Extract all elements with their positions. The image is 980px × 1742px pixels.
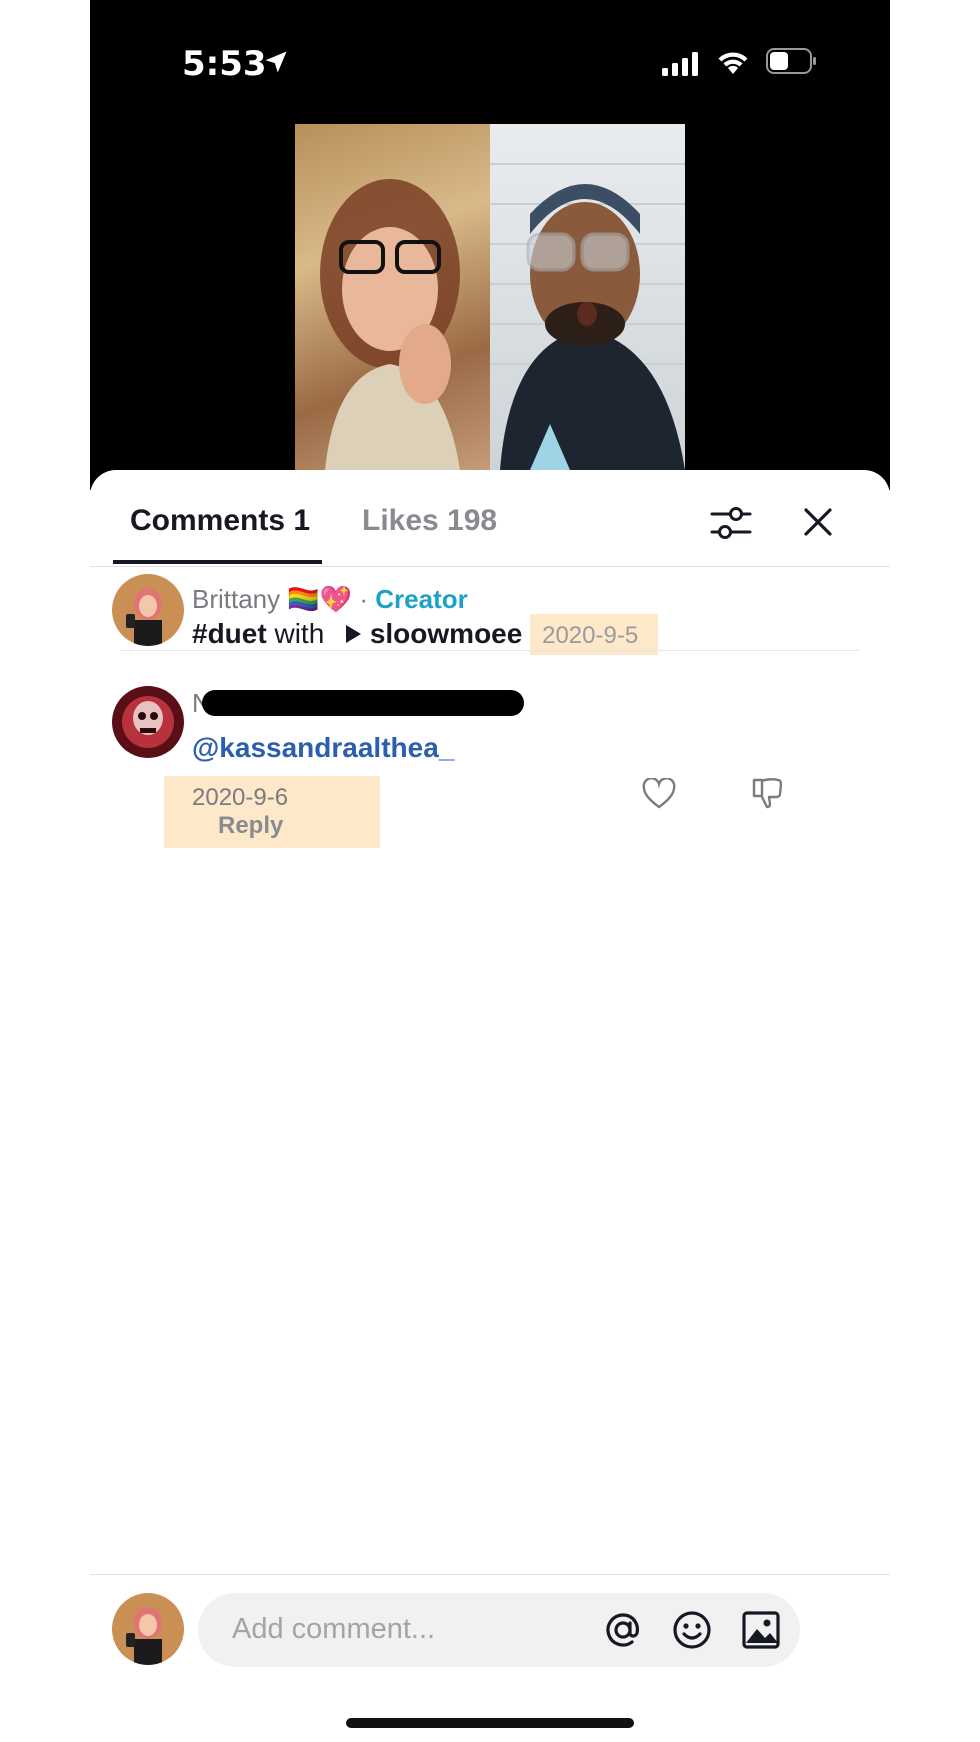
comment-date-text: 2020-9-5: [542, 622, 639, 649]
home-indicator[interactable]: [346, 1718, 634, 1728]
comment-meta-highlight: 2020-9-6 Reply: [164, 776, 380, 848]
tab-bar: Comments 1 Likes 198: [90, 470, 890, 567]
comment-date: 2020-9-6: [192, 784, 289, 811]
comment-author[interactable]: Brittany 🏳️‍🌈💖 · Creator: [192, 584, 468, 615]
duet-source-user: sloowmoee: [369, 618, 523, 649]
comment-with-text: with: [274, 618, 325, 649]
signal-icon: [662, 52, 698, 76]
comment-input-placeholder: Add comment...: [232, 1613, 436, 1645]
comment-meta: 2020-9-6 Reply: [164, 776, 380, 848]
avatar[interactable]: [112, 574, 184, 646]
creator-badge: Creator: [375, 584, 468, 614]
active-tab-indicator: [113, 560, 322, 564]
wifi-icon: [718, 52, 748, 74]
at-icon[interactable]: [602, 1609, 644, 1651]
reply-button[interactable]: Reply: [218, 812, 283, 839]
comments-sheet: Comments 1 Likes 198: [90, 470, 890, 1742]
comment-item: N @kassandraalthea_ 2020-9-6 Reply: [90, 686, 890, 848]
comment-date: 2020-9-5: [530, 614, 659, 655]
tab-likes[interactable]: Likes 198: [362, 504, 497, 538]
status-bar: 5:53: [90, 0, 890, 130]
hashtag-link[interactable]: #duet: [192, 618, 267, 649]
emoji-icon[interactable]: [671, 1609, 713, 1651]
status-time: 5:53: [182, 44, 267, 84]
comment-divider: [120, 650, 860, 651]
tab-comments[interactable]: Comments 1: [130, 504, 310, 538]
phone-screen: 5:53: [90, 0, 890, 1742]
avatar[interactable]: [112, 686, 184, 758]
duet-source-link[interactable]: sloowmoee: [344, 618, 530, 649]
mention-link[interactable]: @kassandraalthea_: [192, 732, 454, 764]
dislike-icon[interactable]: [750, 776, 784, 810]
heart-icon[interactable]: [642, 778, 676, 810]
battery-icon: [766, 48, 816, 74]
location-arrow-icon: [265, 51, 287, 73]
duet-right-frame: [490, 124, 685, 470]
redaction-bar: [202, 690, 524, 716]
my-avatar[interactable]: [112, 1593, 184, 1665]
video-player[interactable]: 5:53: [90, 0, 890, 490]
author-separator: ·: [359, 584, 369, 614]
comment-text: #duet with sloowmoee 2020-9-5: [192, 614, 659, 655]
duet-left-frame: [295, 124, 490, 470]
comment-composer: Add comment...: [90, 1574, 890, 1742]
comment-input[interactable]: Add comment...: [198, 1593, 800, 1667]
duet-video: [295, 124, 685, 470]
close-icon[interactable]: [798, 502, 838, 542]
image-icon[interactable]: [740, 1609, 782, 1651]
filter-icon[interactable]: [708, 500, 754, 546]
play-icon: [346, 625, 362, 643]
author-name: Brittany 🏳️‍🌈💖: [192, 584, 353, 614]
